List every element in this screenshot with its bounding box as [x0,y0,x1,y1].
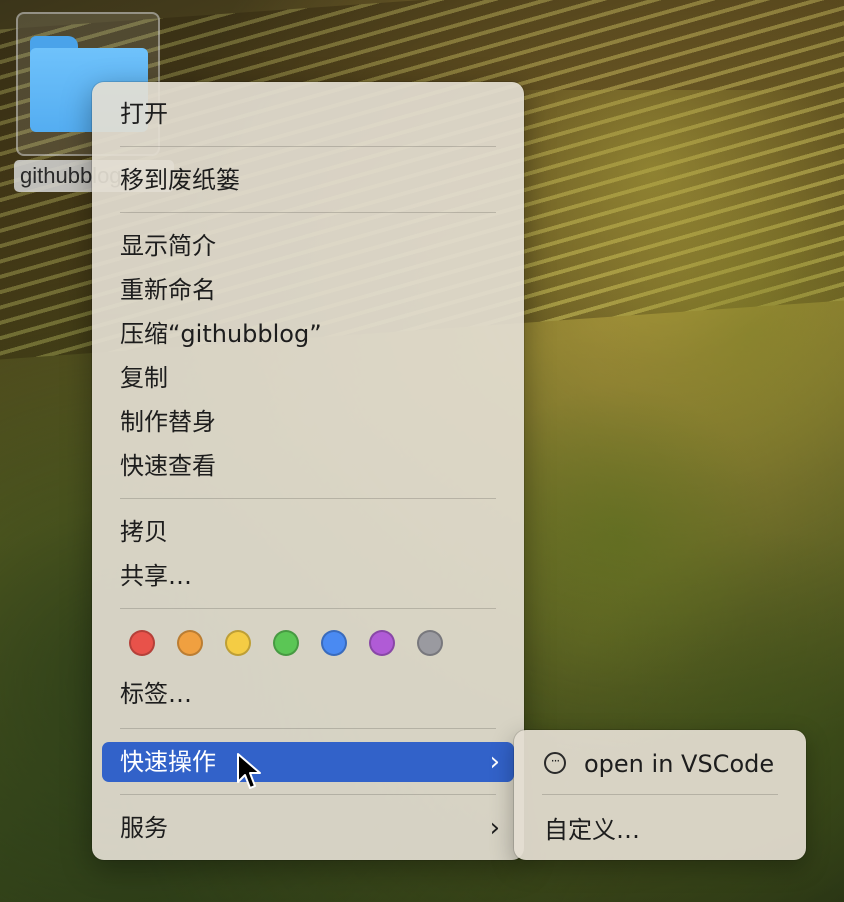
menu-separator [120,794,496,795]
context-menu: 打开 移到废纸篓 显示简介 重新命名 压缩“githubblog” 复制 制作替… [92,82,524,860]
chevron-right-icon: › [489,813,500,843]
tag-purple-dot[interactable] [369,630,395,656]
tag-gray-dot[interactable] [417,630,443,656]
submenu-item-customize-label: 自定义… [544,816,640,844]
menu-item-quick-look[interactable]: 快速查看 [102,446,514,486]
menu-separator [120,728,496,729]
menu-item-duplicate[interactable]: 复制 [102,358,514,398]
menu-separator [120,146,496,147]
menu-separator [120,212,496,213]
submenu-item-customize[interactable]: 自定义… [524,810,796,850]
menu-item-tags[interactable]: 标签… [102,674,514,714]
menu-item-share[interactable]: 共享… [102,556,514,596]
menu-item-move-to-trash[interactable]: 移到废纸篓 [102,160,514,200]
submenu-item-open-in-vscode-label: open in VSCode [584,750,775,778]
tag-blue-dot[interactable] [321,630,347,656]
quick-actions-submenu: ··· open in VSCode 自定义… [514,730,806,860]
menu-item-make-alias[interactable]: 制作替身 [102,402,514,442]
tag-yellow-dot[interactable] [225,630,251,656]
menu-item-get-info[interactable]: 显示简介 [102,226,514,266]
menu-item-services-label: 服务 [120,814,168,842]
menu-item-quick-actions[interactable]: 快速操作 › [102,742,514,782]
tag-orange-dot[interactable] [177,630,203,656]
submenu-separator [542,794,778,795]
menu-item-rename[interactable]: 重新命名 [102,270,514,310]
mouse-pointer-icon [237,753,261,789]
tag-green-dot[interactable] [273,630,299,656]
menu-separator [120,498,496,499]
menu-item-services[interactable]: 服务 › [102,808,514,848]
menu-item-copy[interactable]: 拷贝 [102,512,514,552]
submenu-item-open-in-vscode[interactable]: ··· open in VSCode [524,744,796,784]
more-ellipsis-icon: ··· [544,752,566,774]
chevron-right-icon: › [489,747,500,777]
tag-red-dot[interactable] [129,630,155,656]
menu-item-open[interactable]: 打开 [102,94,514,134]
menu-item-quick-actions-label: 快速操作 [120,748,216,776]
menu-item-compress[interactable]: 压缩“githubblog” [102,314,514,354]
menu-separator [120,608,496,609]
